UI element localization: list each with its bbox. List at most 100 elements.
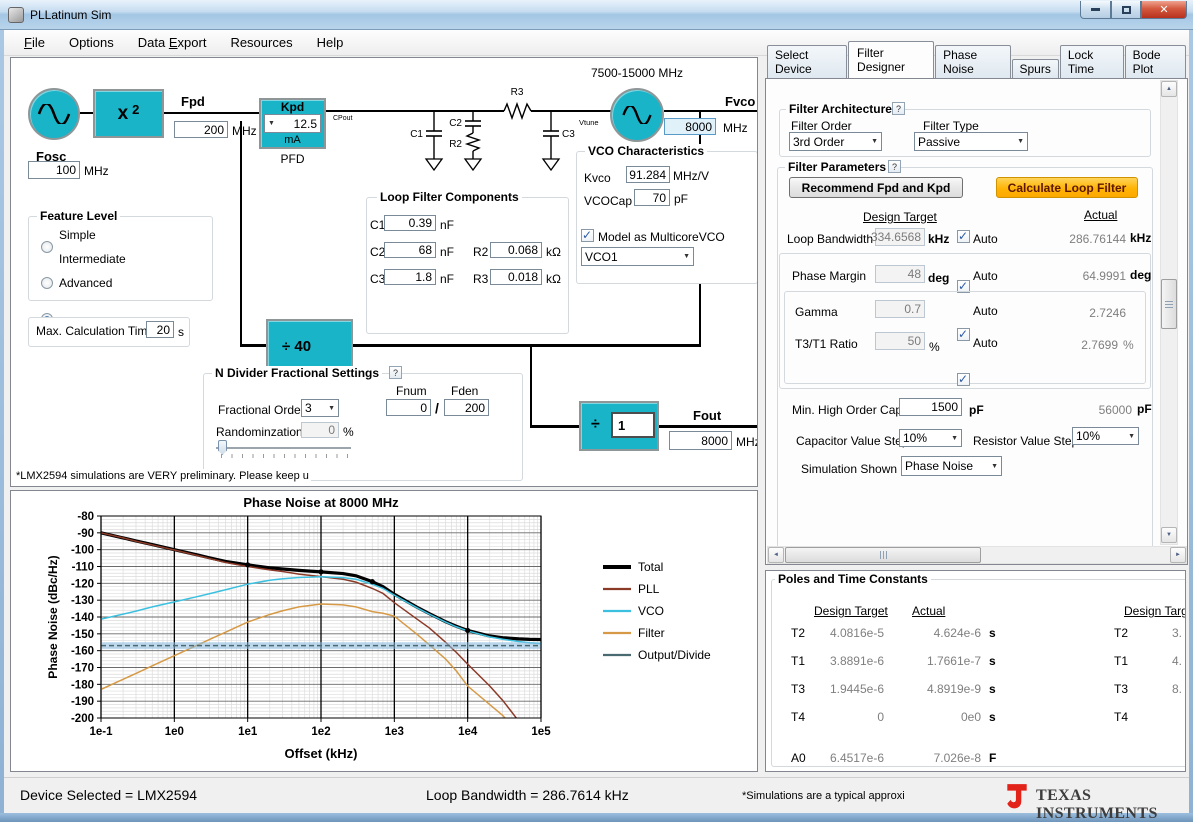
min-cap-label: Min. High Order Cap: [792, 403, 902, 417]
vco-range-label: 7500-15000 MHz: [567, 66, 707, 80]
fpd-input[interactable]: 200: [174, 121, 228, 138]
kvco-input[interactable]: 91.284: [626, 166, 670, 183]
help-icon[interactable]: ?: [892, 102, 905, 115]
vcocap-input[interactable]: 70: [634, 189, 670, 206]
min-cap-actual-unit: pF: [1137, 402, 1152, 416]
r3-label: R3: [473, 272, 488, 286]
menu-data-export[interactable]: Data Export: [126, 31, 219, 54]
fnum-input[interactable]: 0: [386, 399, 431, 416]
chevron-down-icon: ▼: [1124, 433, 1135, 440]
cap-step-label: Capacitor Value Step: [796, 434, 909, 448]
fosc-input[interactable]: 100: [28, 161, 80, 179]
vco-select-combo[interactable]: VCO1 ▼: [581, 247, 694, 266]
vco-select-value: VCO1: [585, 250, 618, 264]
tab-bode-plot[interactable]: Bode Plot: [1125, 45, 1186, 78]
scroll-right-button[interactable]: ►: [1170, 547, 1186, 563]
t3t1-input[interactable]: 50: [875, 332, 925, 350]
scroll-down-button[interactable]: ▼: [1161, 527, 1177, 543]
randomization-input[interactable]: 0: [301, 422, 339, 438]
gamma-input[interactable]: 0.7: [875, 300, 925, 318]
t3t1-auto-checkbox[interactable]: [957, 373, 970, 386]
multiplier-block[interactable]: x 2: [93, 89, 164, 138]
gamma-auto-checkbox[interactable]: [957, 328, 970, 341]
filter-type-combo[interactable]: Passive ▼: [914, 132, 1028, 151]
menu-options[interactable]: Options: [57, 31, 126, 54]
loop-bandwidth-auto-checkbox[interactable]: [957, 230, 970, 243]
max-calc-input[interactable]: 20: [146, 321, 174, 338]
pole-row-design: 3.8891e-6: [814, 654, 884, 668]
pole-row-actual: 0e0: [911, 710, 981, 724]
randomization-slider-track[interactable]: [216, 447, 351, 449]
recommend-fpd-kpd-button[interactable]: Recommend Fpd and Kpd: [789, 177, 963, 198]
radio-simple-label: Simple: [59, 228, 96, 242]
tab-lock-time[interactable]: Lock Time: [1060, 45, 1124, 78]
pole-row-name: T1: [791, 654, 805, 668]
minimize-button[interactable]: [1080, 1, 1111, 19]
radio-intermediate[interactable]: [41, 277, 53, 289]
calculate-loop-filter-button[interactable]: Calculate Loop Filter: [996, 177, 1138, 198]
horizontal-scrollbar-thumb[interactable]: [785, 547, 981, 563]
fractional-order-combo[interactable]: 3 ▼: [301, 399, 339, 417]
ti-logo-icon: [1004, 782, 1030, 810]
c3-input[interactable]: 1.8: [384, 269, 436, 285]
fractional-order-value: 3: [305, 401, 312, 415]
x-tick-label: 1e5: [531, 726, 551, 738]
filter-order-label: Filter Order: [791, 119, 852, 133]
filter-order-combo[interactable]: 3rd Order ▼: [789, 132, 882, 151]
close-button[interactable]: ✕: [1141, 1, 1187, 19]
c2-input[interactable]: 68: [384, 242, 436, 258]
r2-input[interactable]: 0.068: [490, 242, 542, 258]
kpd-combo[interactable]: ▼ 12.5: [264, 114, 321, 133]
filter-architecture-title: Filter Architecture: [786, 102, 895, 116]
thumb-grip: [1165, 304, 1173, 305]
chevron-down-icon: ▼: [1013, 138, 1024, 145]
help-icon[interactable]: ?: [389, 366, 402, 379]
min-cap-input[interactable]: 1500: [899, 398, 962, 416]
t3t1-actual: 2.7699: [1048, 338, 1118, 352]
y-tick-label: -160: [71, 646, 94, 658]
phase-margin-unit: deg: [928, 271, 949, 285]
wire-feedback-vertical-left: [240, 121, 242, 347]
maximize-button[interactable]: [1111, 1, 1141, 19]
status-loop-bandwidth: Loop Bandwidth = 286.7614 kHz: [426, 787, 629, 803]
multicore-checkbox[interactable]: [581, 229, 594, 242]
gamma-label: Gamma: [795, 305, 838, 319]
n-divider-block: ÷ 40: [266, 319, 353, 373]
c1-input[interactable]: 0.39: [384, 215, 436, 231]
r3-circuit-label: R3: [511, 87, 524, 98]
auto-label: Auto: [973, 336, 998, 350]
r3-input[interactable]: 0.018: [490, 269, 542, 285]
pole-row-actual: 4.8919e-9: [911, 682, 981, 696]
phase-margin-input[interactable]: 48: [875, 265, 925, 283]
radio-simple[interactable]: [41, 241, 53, 253]
menu-help[interactable]: Help: [305, 31, 356, 54]
tab-spurs[interactable]: Spurs: [1012, 59, 1059, 78]
pole-row-unit: F: [989, 751, 996, 765]
vertical-scrollbar-thumb[interactable]: [1161, 279, 1177, 329]
loop-bandwidth-input[interactable]: 334.6568: [875, 228, 925, 246]
fvco-input[interactable]: 8000: [664, 118, 716, 135]
radio-intermediate-label: Intermediate: [59, 252, 126, 266]
tab-filter-designer[interactable]: Filter Designer: [848, 41, 934, 78]
fden-input[interactable]: 200: [444, 399, 489, 416]
menu-resources[interactable]: Resources: [218, 31, 304, 54]
sim-shown-combo[interactable]: Phase Noise ▼: [901, 456, 1002, 476]
r2-circuit-label: R2: [449, 139, 462, 150]
chart-title: Phase Noise at 8000 MHz: [243, 495, 399, 510]
t3t1-actual-unit: %: [1123, 338, 1134, 352]
scroll-up-button[interactable]: ▲: [1161, 81, 1177, 97]
fout-input[interactable]: 8000: [669, 431, 732, 450]
output-divider-input[interactable]: 1: [611, 412, 655, 438]
tab-select-device[interactable]: Select Device: [767, 45, 847, 78]
cap-step-combo[interactable]: 10% ▼: [899, 429, 962, 447]
pole-row-actual: 4.624e-6: [911, 626, 981, 640]
menu-file[interactable]: File: [12, 31, 57, 54]
poles-panel: Poles and Time Constants Design Target A…: [765, 570, 1186, 772]
help-icon[interactable]: ?: [888, 160, 901, 173]
res-step-combo[interactable]: 10% ▼: [1072, 427, 1139, 445]
tab-phase-noise[interactable]: Phase Noise: [935, 45, 1010, 78]
scroll-left-button[interactable]: ◄: [768, 547, 784, 563]
wire-outdiv-vertical: [530, 346, 532, 427]
phase-noise-chart-panel: -80-90-100-110-120-130-140-150-160-170-1…: [10, 490, 758, 772]
wire-fosc-mult: [80, 112, 94, 114]
